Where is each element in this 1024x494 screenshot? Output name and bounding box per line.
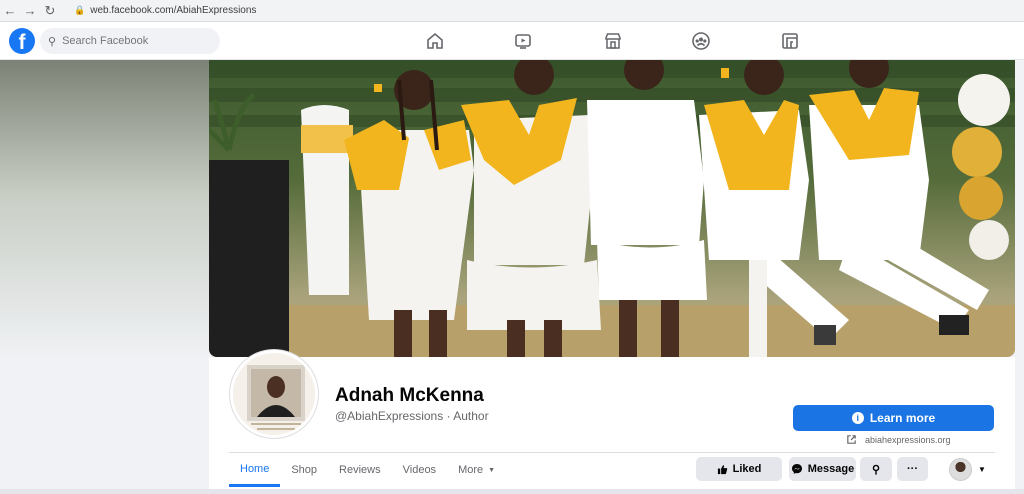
- watch-icon[interactable]: [513, 31, 533, 51]
- back-arrow-icon[interactable]: ←: [0, 1, 20, 21]
- website-text: abiahexpressions.org: [865, 434, 951, 445]
- search-box[interactable]: ⚲: [40, 28, 220, 54]
- facebook-header: f ⚲: [0, 22, 1024, 60]
- liked-label: Liked: [732, 463, 762, 475]
- learn-more-label: Learn more: [869, 411, 936, 425]
- lock-icon: 🔒: [74, 5, 86, 15]
- forward-arrow-icon[interactable]: →: [20, 1, 40, 21]
- url-text: web.facebook.com/AbiahExpressions: [90, 5, 257, 16]
- more-dots-icon: ···: [907, 463, 918, 475]
- cover-side-shade: [0, 60, 210, 360]
- search-icon: ⚲: [871, 463, 881, 476]
- page-tabs: Home Shop Reviews Videos More ▼: [229, 453, 506, 489]
- groups-icon[interactable]: [691, 31, 711, 51]
- website-link[interactable]: abiahexpressions.org: [846, 434, 951, 445]
- liked-button[interactable]: Liked: [696, 457, 782, 481]
- search-input[interactable]: [62, 35, 203, 47]
- avatar-dropdown-icon[interactable]: ▼: [978, 465, 986, 474]
- message-button[interactable]: Message: [789, 457, 856, 481]
- thumbs-up-icon: [717, 464, 727, 474]
- tab-reviews[interactable]: Reviews: [328, 453, 392, 487]
- user-avatar[interactable]: [949, 458, 972, 481]
- gaming-icon[interactable]: [780, 31, 800, 51]
- home-icon[interactable]: [425, 31, 445, 51]
- message-label: Message: [807, 463, 855, 475]
- learn-more-button[interactable]: i Learn more: [793, 405, 994, 431]
- info-icon: i: [851, 412, 864, 424]
- tab-shop[interactable]: Shop: [280, 453, 328, 487]
- search-icon: ⚲: [48, 35, 57, 48]
- more-options-button[interactable]: ···: [897, 457, 928, 481]
- messenger-icon: [791, 464, 802, 474]
- page-handle: @AbiahExpressions · Author: [335, 409, 489, 423]
- facebook-logo-icon[interactable]: f: [9, 28, 35, 54]
- browser-toolbar: ← → ↻ 🔒 web.facebook.com/AbiahExpression…: [0, 0, 1024, 22]
- tab-videos[interactable]: Videos: [392, 453, 447, 487]
- external-link-icon: [847, 435, 856, 444]
- tab-home[interactable]: Home: [229, 453, 281, 487]
- tab-more[interactable]: More ▼: [447, 453, 506, 487]
- caret-down-icon: ▼: [488, 466, 496, 474]
- marketplace-icon[interactable]: [603, 31, 623, 51]
- cover-photo-illustration: [209, 60, 1015, 357]
- page-name: Adnah McKenna: [335, 385, 484, 406]
- reload-icon[interactable]: ↻: [40, 1, 60, 21]
- cover-photo[interactable]: [209, 60, 1015, 357]
- profile-avatar[interactable]: [230, 350, 318, 438]
- person-2: [461, 60, 601, 357]
- bottom-strip: [0, 489, 1024, 494]
- address-bar[interactable]: 🔒 web.facebook.com/AbiahExpressions: [66, 2, 264, 20]
- page-search-button[interactable]: ⚲: [860, 457, 892, 481]
